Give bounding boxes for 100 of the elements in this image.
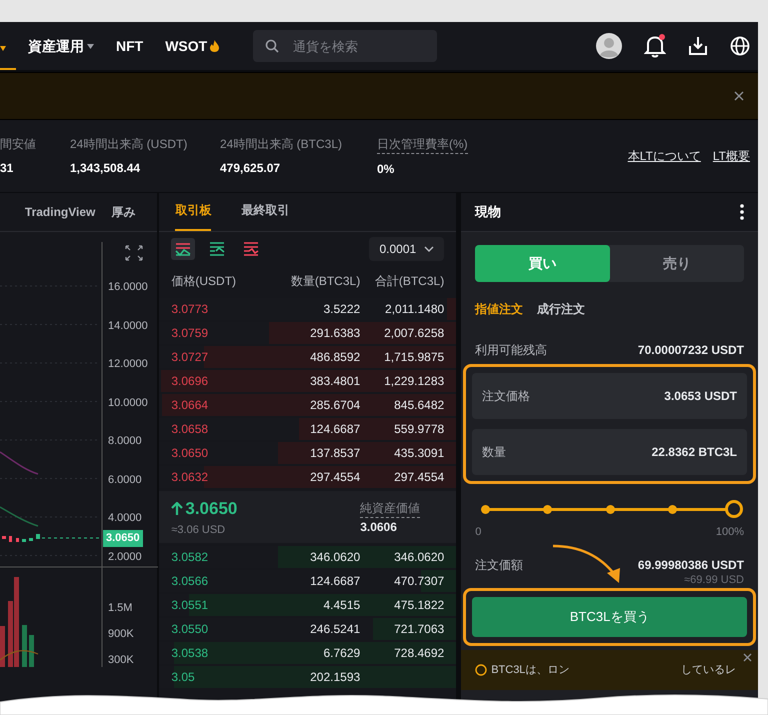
globe-icon[interactable] — [730, 36, 750, 56]
price-cell-text: 3.0696 — [171, 373, 210, 390]
price-cell-text: 3.0658 — [171, 421, 210, 438]
price-cell-text: 3.0773 — [171, 301, 210, 318]
price-cell-text: 3.0664 — [171, 397, 210, 414]
nav-link[interactable]: WSOT — [165, 36, 220, 56]
info-link[interactable]: 本LTについて — [628, 147, 701, 165]
total-cell-text: 1,229.1283 — [383, 373, 444, 390]
total-cell-text: 2,011.1480 — [384, 301, 444, 318]
warning-icon — [475, 664, 488, 676]
axis-label: 1.5M — [108, 601, 132, 616]
axis-label: 16.0000 — [108, 280, 148, 295]
volume-bar — [29, 635, 34, 667]
price-cell-text: 3.0727 — [171, 349, 210, 366]
panel-title: 現物 — [475, 203, 502, 222]
amount-cell-text: 291.6383 — [309, 325, 360, 342]
price-cell-text: 3.0566 — [171, 573, 210, 590]
caret-icon[interactable] — [0, 44, 6, 52]
last-price: 3.0650 — [185, 498, 238, 520]
notice-text: BTC3Lは、ロン — [491, 664, 570, 676]
axis-label: 8.0000 — [108, 434, 142, 449]
search-field[interactable]: 通貨を検索 — [253, 30, 438, 62]
total-cell-text: 721.7063 — [393, 621, 444, 638]
orderbook-tab[interactable]: 最終取引 — [241, 201, 290, 231]
stat-label: 24時間出来高 (BTC3L) — [220, 136, 342, 153]
total-cell-text: 2,007.6258 — [383, 325, 444, 342]
notification-bell-icon[interactable] — [644, 34, 666, 58]
close-icon[interactable] — [743, 652, 752, 662]
total-cell-text: 559.9778 — [393, 421, 444, 438]
orderbook-tab[interactable]: 取引板 — [175, 201, 212, 231]
close-icon[interactable] — [734, 91, 744, 101]
total-cell-text: 475.1822 — [393, 597, 444, 614]
axis-label: 2.0000 — [108, 550, 142, 564]
stat-value: 479,625.07 — [220, 160, 282, 177]
total-value: 69.99980386 USDT — [638, 556, 744, 574]
amount-cell-text: 346.0620 — [309, 549, 360, 566]
more-icon[interactable] — [740, 204, 744, 220]
amount-cell-text: 486.8592 — [309, 349, 360, 366]
price-cell-text: 3.05 — [171, 669, 196, 686]
nav-link[interactable]: 資産運用 — [28, 36, 94, 56]
amount-cell-text: 137.8537 — [309, 445, 360, 462]
input-field[interactable]: 数量 22.8362 BTC3L — [472, 429, 747, 475]
volume-average-line — [0, 650, 38, 660]
amount-cell-text: 3.5222 — [322, 301, 360, 318]
nav-value: 3.0606 — [360, 518, 398, 536]
side-tab[interactable]: 売り — [610, 245, 744, 282]
amount-cell-text: 124.6687 — [309, 421, 360, 438]
column-header: 価格(USDT) — [171, 273, 238, 290]
order-type-tab[interactable]: 指値注文 — [475, 300, 524, 318]
fullscreen-icon[interactable] — [125, 245, 143, 261]
avatar-icon[interactable] — [596, 33, 622, 59]
notice-text: しているレ — [681, 664, 736, 676]
buy-button[interactable]: BTC3Lを買う — [472, 596, 747, 636]
info-link[interactable]: LT概要 — [712, 147, 750, 165]
order-type-tab[interactable]: 成行注文 — [537, 300, 586, 318]
moving-average-line — [0, 451, 38, 475]
axis-label: 14.0000 — [108, 318, 148, 334]
nav-link[interactable]: NFT — [116, 36, 144, 56]
amount-cell-text: 246.5241 — [309, 621, 360, 638]
price-cell-text: 3.0759 — [171, 325, 210, 342]
axis-label: 12.0000 — [108, 357, 148, 372]
total-cell-text: 1,715.9875 — [383, 349, 444, 366]
flame-icon — [210, 40, 220, 52]
price-cell-text: 3.0538 — [171, 645, 210, 662]
slider-thumb[interactable] — [725, 500, 743, 518]
current-price-tag: 3.0650 — [103, 530, 143, 546]
price-cell-text: 3.0650 — [171, 445, 210, 462]
amount-cell-text: 202.1593 — [309, 669, 360, 686]
volume-bar — [0, 626, 5, 667]
precision-dropdown[interactable]: 0.0001 — [369, 237, 444, 261]
view-toggle[interactable] — [171, 238, 196, 260]
amount-cell-text: 383.4801 — [309, 373, 360, 390]
stat-value: 31 — [0, 160, 14, 177]
total-cell-text: 435.3091 — [393, 445, 444, 462]
slider-max-label: 100% — [716, 525, 744, 540]
column-header: 数量(BTC3L) — [290, 273, 360, 290]
chart-tab[interactable]: TradingView — [24, 203, 96, 221]
amount-cell-text: 124.6687 — [309, 573, 360, 590]
stat-label: 日次管理費率(%) — [377, 134, 468, 154]
total-cell-text: 470.7307 — [393, 573, 444, 590]
chart-tab[interactable]: 厚み — [111, 203, 136, 221]
axis-label: 10.0000 — [108, 396, 148, 410]
amount-cell-text: 6.7629 — [322, 645, 360, 662]
amount-cell-text: 4.4515 — [322, 597, 360, 614]
axis-label: 4.0000 — [108, 511, 142, 526]
balance-label: 利用可能残高 — [475, 342, 548, 359]
stat-value: 0% — [377, 160, 396, 178]
balance-value: 70.00007232 USDT — [638, 342, 744, 359]
chevron-down-icon — [424, 246, 434, 252]
stat-value: 1,343,508.44 — [70, 160, 142, 177]
usd-equivalent: ≈69.99 USD — [684, 574, 744, 586]
total-cell-text: 297.4554 — [393, 469, 444, 486]
nav-label: 純資産価値 — [360, 498, 420, 518]
price-cell-text: 3.0582 — [171, 549, 210, 566]
total-cell-text: 346.0620 — [393, 549, 444, 566]
amount-cell-text: 297.4554 — [309, 469, 360, 486]
input-field[interactable]: 注文価格 3.0653 USDT — [472, 373, 747, 419]
total-cell-text: 728.4692 — [393, 645, 444, 662]
moving-average-line — [0, 506, 38, 527]
download-icon[interactable] — [688, 36, 708, 56]
